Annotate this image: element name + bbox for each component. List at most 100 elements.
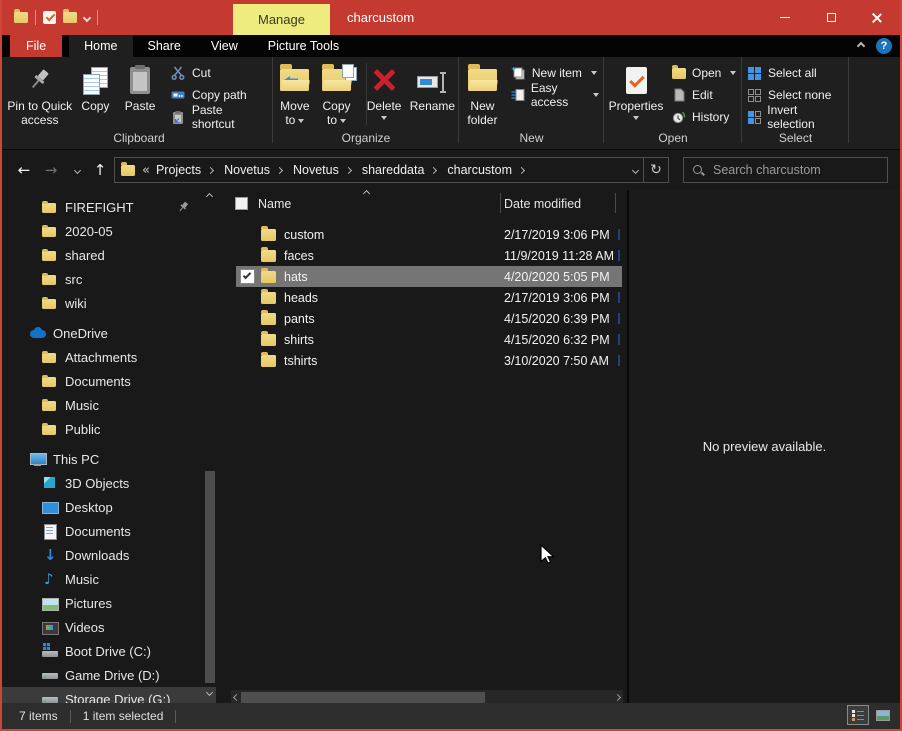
sidebar-item[interactable]: Attachments	[2, 345, 216, 369]
sidebar-item[interactable]: Music	[2, 567, 216, 591]
sidebar-item[interactable]: 3D Objects	[2, 471, 216, 495]
breadcrumb-item[interactable]: shareddata	[356, 163, 442, 177]
collapsed-crumbs-icon[interactable]: «	[142, 163, 150, 178]
ribbon-tab[interactable]: Home	[69, 35, 132, 57]
video-icon	[42, 619, 58, 635]
copy-to-button[interactable]: Copy to	[316, 59, 358, 129]
sidebar-item[interactable]: shared	[2, 243, 216, 267]
thumbnails-view-button[interactable]	[872, 705, 894, 725]
recent-locations-icon[interactable]	[66, 150, 88, 190]
paste-shortcut-button[interactable]: Paste shortcut	[167, 106, 272, 128]
address-dropdown-icon[interactable]	[632, 166, 639, 173]
sidebar-item[interactable]: Pictures	[2, 591, 216, 615]
open-button[interactable]: Open	[667, 62, 740, 84]
folder-icon[interactable]	[63, 12, 77, 23]
file-row[interactable]: hats 4/20/2020 5:05 PM	[236, 266, 622, 287]
ribbon-tab[interactable]: Share	[133, 35, 196, 57]
sidebar-item[interactable]: Documents	[2, 519, 216, 543]
column-header-name[interactable]: Name	[258, 197, 291, 211]
file-row[interactable]: faces 11/9/2019 11:28 AM	[236, 245, 622, 266]
copy-icon	[83, 67, 107, 94]
help-icon[interactable]: ?	[876, 38, 892, 54]
file-row[interactable]: pants 4/15/2020 6:39 PM	[236, 308, 622, 329]
scroll-up-icon[interactable]	[206, 193, 213, 200]
sidebar-item[interactable]: Music	[2, 393, 216, 417]
scroll-right-icon[interactable]	[614, 694, 621, 701]
close-button[interactable]	[854, 0, 900, 35]
search-input[interactable]	[713, 163, 879, 177]
sidebar-item[interactable]: Public	[2, 417, 216, 441]
ribbon-tab[interactable]: Picture Tools	[253, 35, 354, 57]
pin-to-quick-access-button[interactable]: Pin to Quick access	[6, 59, 74, 129]
scrollbar-thumb[interactable]	[205, 471, 215, 683]
sidebar-item[interactable]: Game Drive (D:)	[2, 663, 216, 687]
sidebar-item-label: Storage Drive (G:)	[65, 692, 170, 704]
move-to-button[interactable]: Move to	[274, 59, 316, 129]
up-icon[interactable]: ↑	[89, 150, 111, 190]
file-row[interactable]: tshirts 3/10/2020 7:50 AM	[236, 350, 622, 371]
breadcrumb-item[interactable]: Novetus	[218, 163, 287, 177]
maximize-button[interactable]	[808, 0, 854, 35]
select-all-checkbox[interactable]	[235, 197, 248, 210]
desktop-icon	[42, 499, 58, 515]
sidebar-item[interactable]: wiki	[2, 291, 216, 315]
details-view-button[interactable]	[847, 705, 869, 725]
chevron-right-icon[interactable]	[207, 166, 214, 173]
paste-button[interactable]: Paste	[117, 59, 163, 129]
chevron-right-icon[interactable]	[430, 166, 437, 173]
file-row[interactable]: heads 2/17/2019 3:06 PM	[236, 287, 622, 308]
new-folder-button[interactable]: New folder	[460, 59, 505, 129]
select-all-button[interactable]: Select all	[743, 62, 848, 84]
collapse-ribbon-icon[interactable]	[857, 42, 865, 50]
sidebar-scrollbar[interactable]	[204, 190, 216, 703]
ribbon-tab[interactable]: File	[10, 35, 62, 57]
row-checkbox[interactable]	[240, 269, 255, 284]
chevron-down-icon[interactable]	[83, 13, 91, 21]
edit-icon	[671, 88, 686, 102]
file-name: hats	[284, 270, 308, 284]
sidebar-item[interactable]: src	[2, 267, 216, 291]
invert-selection-button[interactable]: Invert selection	[743, 106, 848, 128]
sidebar-item[interactable]: Storage Drive (G:)	[2, 687, 216, 703]
file-date-modified: 4/15/2020 6:39 PM	[504, 312, 610, 326]
sidebar-item[interactable]: Desktop	[2, 495, 216, 519]
preview-pane: No preview available.	[627, 190, 900, 703]
sidebar-item[interactable]: This PC	[2, 447, 216, 471]
delete-button[interactable]: Delete	[361, 59, 406, 129]
sidebar-item[interactable]: FIREFIGHT	[2, 195, 216, 219]
cut-button[interactable]: Cut	[167, 62, 272, 84]
properties-check-icon[interactable]	[43, 11, 56, 24]
minimize-button[interactable]	[762, 0, 808, 35]
sidebar-item[interactable]: Documents	[2, 369, 216, 393]
folder-icon[interactable]	[14, 12, 28, 23]
back-icon[interactable]: ←	[13, 150, 35, 190]
history-button[interactable]: History	[667, 106, 740, 128]
easy-access-button[interactable]: Easy access	[507, 84, 603, 106]
manage-contextual-tab[interactable]: Manage	[233, 4, 330, 35]
sidebar-item[interactable]: 2020-05	[2, 219, 216, 243]
file-row[interactable]: shirts 4/15/2020 6:32 PM	[236, 329, 622, 350]
forward-icon[interactable]: →	[40, 150, 62, 190]
sidebar-item[interactable]: Downloads	[2, 543, 216, 567]
scroll-down-icon[interactable]	[206, 689, 213, 696]
copy-button[interactable]: Copy	[74, 59, 118, 129]
properties-button[interactable]: Properties	[605, 59, 667, 129]
refresh-button[interactable]: ↻	[643, 157, 669, 183]
chevron-right-icon[interactable]	[518, 166, 525, 173]
sidebar-item[interactable]: OneDrive	[2, 321, 216, 345]
column-header-date[interactable]: Date modified	[504, 197, 581, 211]
sidebar-item-label: Pictures	[65, 596, 112, 611]
breadcrumb-field[interactable]: « Projects Novetus Novetus	[114, 157, 644, 183]
file-row[interactable]: custom 2/17/2019 3:06 PM	[236, 224, 622, 245]
chevron-right-icon[interactable]	[276, 166, 283, 173]
rename-button[interactable]: Rename	[407, 59, 458, 129]
sidebar-item[interactable]: Videos	[2, 615, 216, 639]
chevron-right-icon[interactable]	[345, 166, 352, 173]
breadcrumb-item[interactable]: Novetus	[287, 163, 356, 177]
sidebar-item[interactable]: Boot Drive (C:)	[2, 639, 216, 663]
breadcrumb-item[interactable]: charcustom	[441, 163, 529, 177]
scroll-left-icon[interactable]	[233, 694, 240, 701]
edit-button[interactable]: Edit	[667, 84, 740, 106]
ribbon-tab[interactable]: View	[196, 35, 253, 57]
breadcrumb-item[interactable]: Projects	[150, 163, 218, 177]
